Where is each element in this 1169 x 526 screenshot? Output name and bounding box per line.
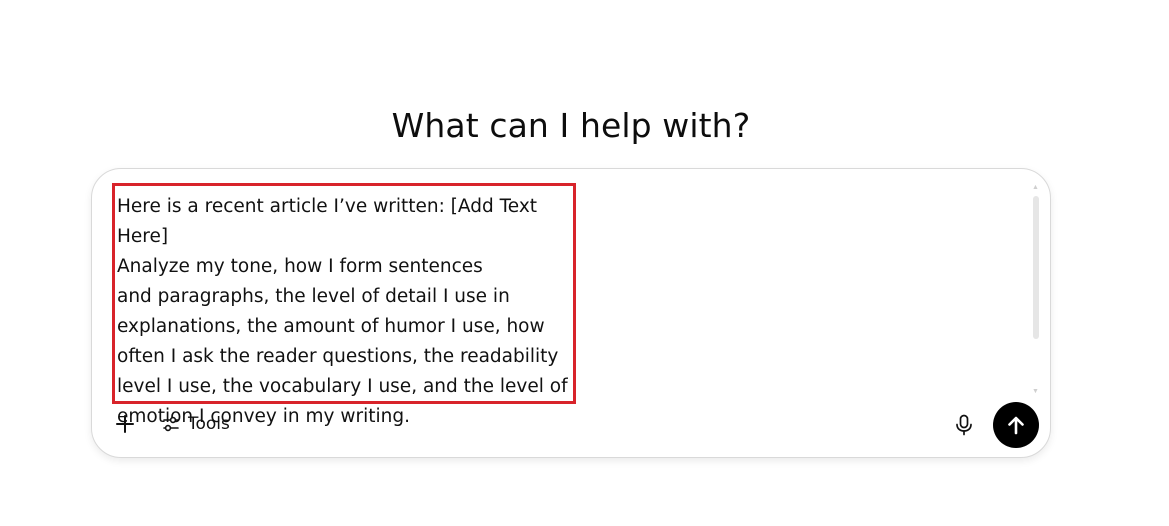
page: What can I help with? Here is a recent a… xyxy=(0,0,1169,526)
prompt-highlight-box xyxy=(112,183,576,404)
scrollbar-thumb[interactable] xyxy=(1033,196,1039,339)
add-attachment-button[interactable] xyxy=(110,409,140,439)
scroll-down-icon[interactable]: ▼ xyxy=(1031,388,1040,396)
voice-input-button[interactable] xyxy=(948,409,980,441)
arrow-up-icon xyxy=(1008,416,1024,435)
tools-button[interactable]: Tools xyxy=(156,409,236,439)
composer-scrollbar[interactable]: ▲ ▼ xyxy=(1031,184,1040,396)
send-button[interactable] xyxy=(993,402,1039,448)
plus-icon xyxy=(116,415,134,433)
scroll-up-icon[interactable]: ▲ xyxy=(1031,184,1040,192)
page-headline: What can I help with? xyxy=(391,106,751,146)
sliders-icon xyxy=(163,416,179,432)
tools-label: Tools xyxy=(188,414,230,434)
microphone-icon xyxy=(956,414,972,436)
